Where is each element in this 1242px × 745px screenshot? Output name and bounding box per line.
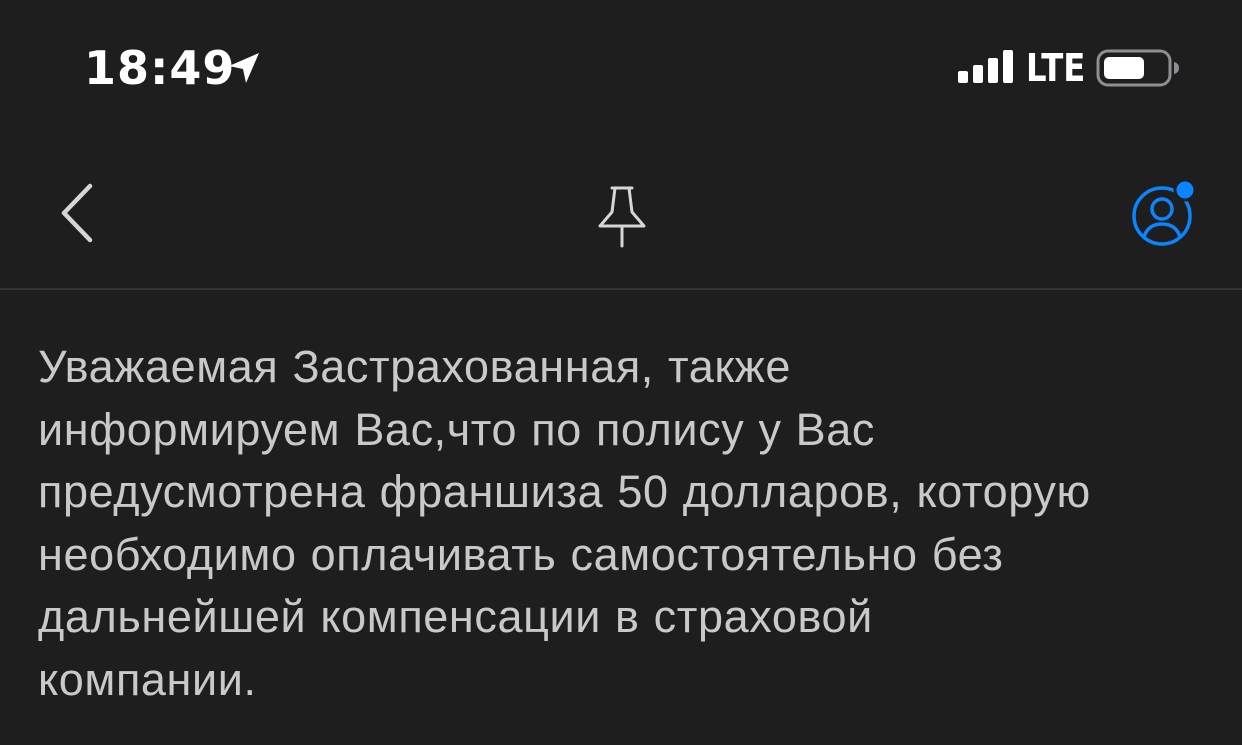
user-profile-icon[interactable] xyxy=(1124,176,1200,250)
cellular-signal-icon xyxy=(958,50,1013,83)
status-bar: 18:49 LTE xyxy=(0,0,1242,130)
network-type-label: LTE xyxy=(1026,46,1086,90)
battery-icon xyxy=(1096,49,1179,87)
message-content: Уважаемая Застрахованная, также информир… xyxy=(38,336,1218,711)
message-line: Уважаемая Застрахованная, также xyxy=(38,341,791,392)
status-time: 18:49 xyxy=(84,41,236,95)
message-line: предусмотрена франшиза 50 долларов, кото… xyxy=(38,466,1091,517)
navigation-bar xyxy=(0,130,1242,290)
back-chevron-icon[interactable] xyxy=(50,180,110,246)
message-line: информируем Вас,что по полису у Вас xyxy=(38,403,875,455)
pin-icon[interactable] xyxy=(592,184,652,250)
message-text: Уважаемая Застрахованная, также информир… xyxy=(38,336,1218,711)
message-line: дальнейшей компенсации в страховой xyxy=(38,591,873,642)
message-line: компании. xyxy=(38,653,257,705)
message-line: необходимо оплачивать самостоятельно без xyxy=(38,528,1004,580)
location-arrow-icon xyxy=(229,53,259,83)
